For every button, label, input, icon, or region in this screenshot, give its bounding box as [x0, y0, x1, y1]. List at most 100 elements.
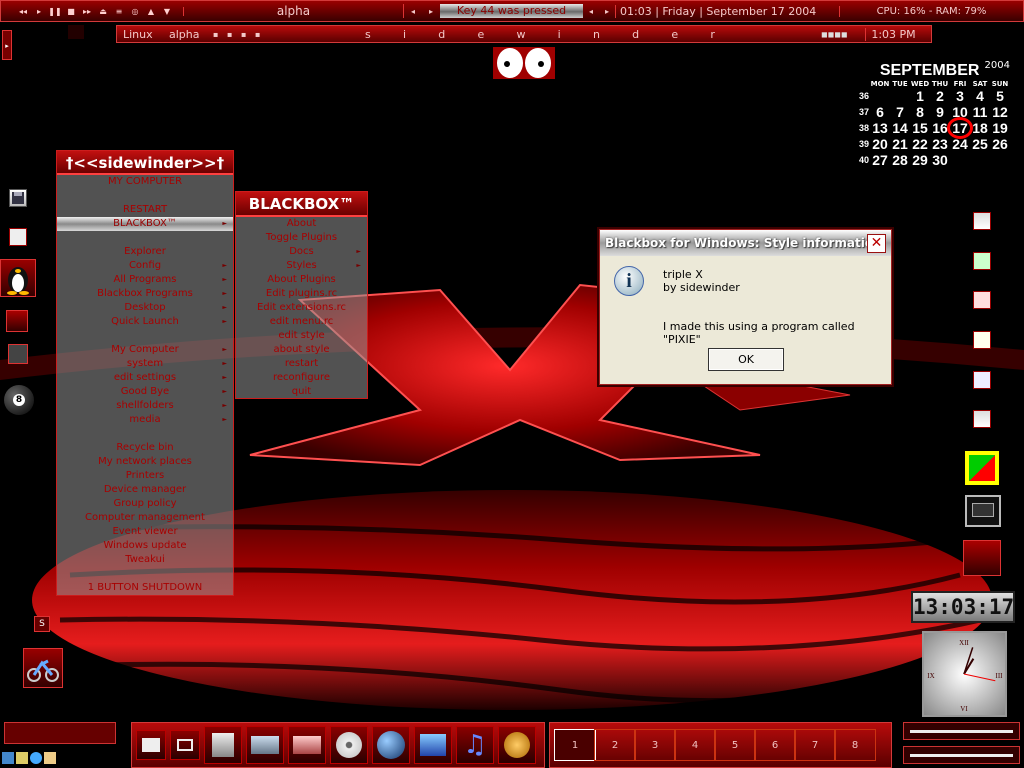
menu-item[interactable]: about style — [236, 343, 367, 357]
volume-slider[interactable] — [903, 722, 1020, 740]
disk-icon[interactable] — [8, 344, 28, 364]
workspace-5[interactable]: 5 — [714, 729, 756, 761]
folder-icon[interactable] — [16, 752, 28, 764]
menu-item[interactable]: Event viewer — [57, 525, 233, 539]
menu-item[interactable]: Windows update — [57, 539, 233, 553]
ok-button[interactable]: OK — [708, 348, 784, 371]
ie-icon[interactable] — [30, 752, 42, 764]
menu-item[interactable]: shellfolders — [57, 399, 233, 413]
menu-item[interactable]: quit — [236, 385, 367, 399]
menu-item[interactable]: RESTART — [57, 203, 233, 217]
pause-button[interactable]: ❚❚ — [47, 7, 63, 16]
workspace-1[interactable]: 1 — [554, 729, 596, 761]
toolbar-small-icon[interactable]: ▪ — [227, 30, 241, 39]
menu-item[interactable]: Group policy — [57, 497, 233, 511]
next-task-icon[interactable]: ▸ — [599, 7, 615, 16]
paint-icon[interactable] — [973, 371, 991, 389]
menu-item[interactable]: Edit extensions.rc — [236, 301, 367, 315]
stop-button[interactable]: ■ — [63, 7, 79, 16]
menu-item[interactable]: MY COMPUTER — [57, 175, 233, 189]
red-square-icon[interactable] — [963, 540, 1001, 576]
network-icon[interactable] — [414, 726, 452, 764]
menu-item[interactable]: 1 BUTTON SHUTDOWN — [57, 581, 233, 595]
menu-item[interactable]: Styles — [236, 259, 367, 273]
menu-item[interactable]: Quick Launch — [57, 315, 233, 329]
rewind-button[interactable]: ◂◂ — [15, 7, 31, 16]
balance-slider[interactable] — [903, 746, 1020, 764]
drive-icon[interactable] — [246, 726, 284, 764]
menu-item[interactable]: Config — [57, 259, 233, 273]
menu-item[interactable]: Computer management — [57, 511, 233, 525]
menu-item[interactable]: restart — [236, 357, 367, 371]
menu-item[interactable]: All Programs — [57, 273, 233, 287]
menu-item[interactable]: Docs — [236, 245, 367, 259]
menu-item[interactable]: Recycle bin — [57, 441, 233, 455]
eight-ball-icon[interactable]: 8 — [4, 385, 34, 415]
terminal-icon[interactable] — [965, 495, 1001, 527]
toolbar-item-linux[interactable]: Linux — [123, 28, 163, 41]
menu-item[interactable]: Printers — [57, 469, 233, 483]
menu-item[interactable]: BLACKBOX™ — [57, 217, 233, 231]
app-icon[interactable] — [973, 291, 991, 309]
menu-item[interactable]: system — [57, 357, 233, 371]
menu-item[interactable]: About Plugins — [236, 273, 367, 287]
menu-item[interactable]: reconfigure — [236, 371, 367, 385]
window-icon[interactable] — [170, 730, 200, 760]
settings-button[interactable]: ◎ — [127, 7, 143, 16]
menu-item[interactable]: Edit plugins.rc — [236, 287, 367, 301]
menu-item[interactable]: About — [236, 217, 367, 231]
workspace-6[interactable]: 6 — [754, 729, 796, 761]
menu-item[interactable]: Blackbox Programs — [57, 287, 233, 301]
menu-item[interactable]: Desktop — [57, 301, 233, 315]
cd-icon[interactable] — [330, 726, 368, 764]
workspace-7[interactable]: 7 — [794, 729, 836, 761]
music-icon[interactable]: ♫ — [456, 726, 494, 764]
motorbike-icon[interactable] — [23, 648, 63, 688]
media-player-icon[interactable] — [498, 726, 536, 764]
tux-icon[interactable] — [0, 259, 36, 297]
workspace-label[interactable]: alpha — [184, 4, 404, 18]
menu-item[interactable]: Explorer — [57, 245, 233, 259]
quicklaunch-icons[interactable] — [2, 752, 64, 766]
toolbar-small-icon[interactable]: ▪ — [213, 30, 227, 39]
workspace-8[interactable]: 8 — [834, 729, 876, 761]
menu-item[interactable]: edit settings — [57, 371, 233, 385]
menu-item[interactable]: edit style — [236, 329, 367, 343]
desktop-icon[interactable] — [2, 752, 14, 764]
toolbar-small-icon[interactable]: ▪ — [255, 30, 269, 39]
next-workspace-icon[interactable]: ▸ — [422, 7, 440, 16]
doc-icon[interactable] — [973, 410, 991, 428]
edge-arrow-icon[interactable]: ▸ — [2, 30, 12, 60]
red-square-icon[interactable] — [6, 310, 28, 332]
toolbar-small-icon[interactable]: ▪ — [241, 30, 255, 39]
photo-icon[interactable] — [136, 730, 166, 760]
drive-icon[interactable] — [288, 726, 326, 764]
workspace-2[interactable]: 2 — [594, 729, 636, 761]
s-button[interactable]: S — [34, 616, 50, 632]
prev-task-icon[interactable]: ◂ — [583, 7, 599, 16]
floppy-icon[interactable] — [9, 189, 27, 207]
menu-item[interactable]: Tweakui — [57, 553, 233, 567]
menu-item[interactable]: My Computer — [57, 343, 233, 357]
word-icon[interactable] — [973, 212, 991, 230]
play-button[interactable]: ▸ — [31, 7, 47, 16]
prev-workspace-icon[interactable]: ◂ — [404, 7, 422, 16]
menu-item[interactable]: Toggle Plugins — [236, 231, 367, 245]
menu-item[interactable]: Device manager — [57, 483, 233, 497]
eject-button[interactable]: ⏏ — [95, 7, 111, 16]
pc-icon[interactable] — [204, 726, 242, 764]
forward-button[interactable]: ▸▸ — [79, 7, 95, 16]
workspace-4[interactable]: 4 — [674, 729, 716, 761]
folder-icon[interactable] — [9, 228, 27, 246]
volume-down-button[interactable]: ▼ — [159, 7, 175, 16]
notepad-icon[interactable] — [973, 331, 991, 349]
close-icon[interactable]: ✕ — [867, 233, 886, 253]
globe-icon[interactable] — [372, 726, 410, 764]
workspace-3[interactable]: 3 — [634, 729, 676, 761]
toolbar-item-alpha[interactable]: alpha — [169, 28, 213, 41]
gradient-square-icon[interactable] — [965, 451, 999, 485]
volume-up-button[interactable]: ▲ — [143, 7, 159, 16]
playlist-button[interactable]: ≡ — [111, 7, 127, 16]
menu-item[interactable]: My network places — [57, 455, 233, 469]
tray-icons[interactable]: ◼◼◼◼ — [821, 30, 865, 39]
